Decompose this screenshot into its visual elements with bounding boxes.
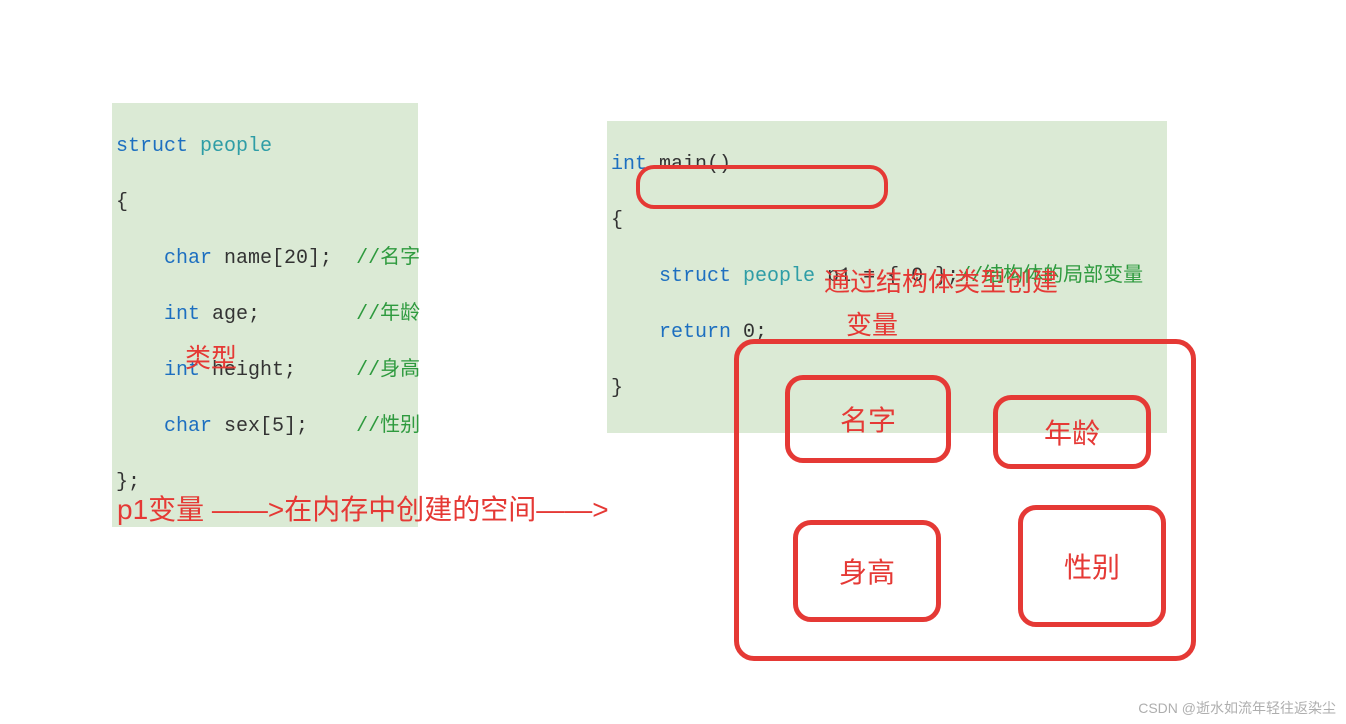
memory-label-height: 身高 [839,551,895,591]
memory-label-age: 年龄 [1044,412,1100,452]
p1-arrow-label: p1变量 ——>在内存中创建的空间——> [117,488,609,528]
create-label-line2: 变量 [846,305,898,342]
highlight-circle [636,165,888,209]
memory-label-sex: 性别 [1064,546,1120,586]
comment-name: //名字 [356,247,420,270]
struct-definition-code: struct people { char name[20]; //名字 int … [112,103,418,527]
comment-height: //身高 [356,359,420,382]
memory-box-height: 身高 [793,520,941,622]
type-label: 类型 [185,338,237,375]
memory-box-age: 年龄 [993,395,1151,469]
memory-box-sex: 性别 [1018,505,1166,627]
watermark: CSDN @逝水如流年轻往返染尘 [1138,698,1336,718]
struct-keyword: struct [116,135,188,158]
memory-box-name: 名字 [785,375,951,463]
memory-label-name: 名字 [840,399,896,439]
comment-age: //年龄 [356,303,420,326]
comment-sex: //性别 [356,415,420,438]
create-label-line1: 通过结构体类型创建 [824,262,1058,299]
struct-name: people [200,135,272,158]
open-brace: { [116,189,414,217]
